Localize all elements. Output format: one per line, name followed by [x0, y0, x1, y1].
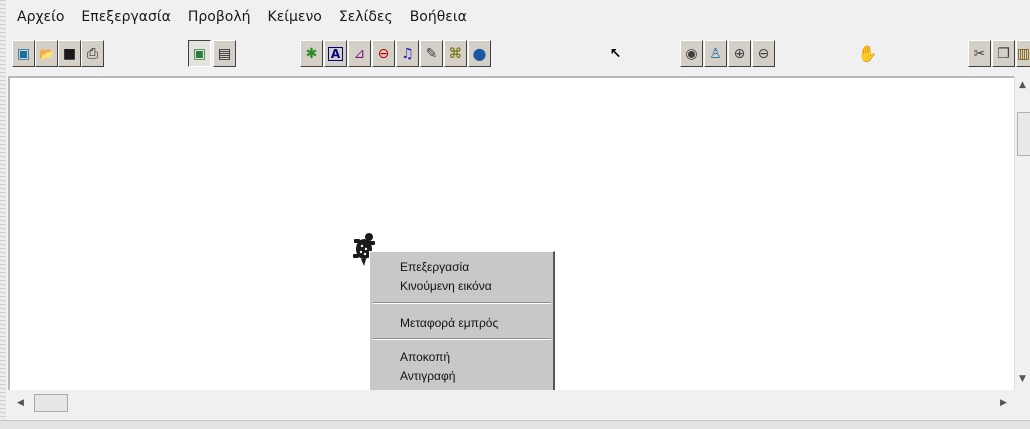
zoom-in-icon: ⊕: [733, 45, 746, 62]
page-edge-decoration: [0, 0, 6, 428]
paint-brush-button[interactable]: ⊿: [348, 40, 371, 67]
new-page-icon: ▣: [16, 45, 31, 62]
pointer-button[interactable]: ↖: [604, 40, 627, 67]
vertical-scrollbar[interactable]: ▲ ▼: [1014, 76, 1030, 390]
button-widget-button[interactable]: ⊖: [372, 40, 395, 67]
text-box-icon: A: [327, 46, 344, 61]
stop-hand-icon: ✋: [857, 43, 878, 63]
menu-pages[interactable]: Σελίδες: [330, 0, 401, 34]
scroll-up-arrow-icon[interactable]: ▲: [1019, 80, 1026, 90]
video-button[interactable]: ⌘: [444, 40, 467, 67]
notebook-icon: ▤: [217, 45, 232, 62]
cut-scissors-icon: ✂: [973, 45, 986, 62]
scroll-right-arrow-icon[interactable]: ▶: [1000, 398, 1007, 408]
music-button[interactable]: ♫: [396, 40, 419, 67]
paste-icon: ▥: [1016, 45, 1030, 62]
open-folder-icon: 📂: [39, 46, 54, 61]
eye-icon: ◉: [685, 45, 698, 62]
horizontal-scrollbar[interactable]: ◀ ▶: [8, 390, 1014, 418]
scroll-left-arrow-icon[interactable]: ◀: [17, 398, 24, 408]
cut-button[interactable]: ✂: [968, 40, 991, 67]
context-menu-edit[interactable]: Επεξεργασία: [400, 258, 469, 276]
context-menu-copy[interactable]: Αντιγραφή: [400, 367, 455, 385]
toolbar: ▣ 📂 ■ ⎙ ▣ ▤ ✱ A ⊿ ⊖ ♫ ✎ ⌘ ● ↖ ◉ ♙ ⊕ ⊖ ✋ …: [8, 38, 1030, 74]
context-menu-bring-forward[interactable]: Μεταφορά εμπρός: [400, 314, 498, 332]
video-camera-icon: ⌘: [448, 45, 463, 62]
turtle-icon: ✱: [305, 45, 318, 62]
menu-view[interactable]: Προβολή: [179, 0, 259, 34]
stamp-icon: ♙: [709, 45, 722, 62]
open-button[interactable]: 📂: [35, 40, 58, 67]
microphone-icon: ✎: [425, 45, 438, 62]
notebook-button[interactable]: ▤: [213, 40, 236, 67]
vertical-scroll-thumb[interactable]: [1017, 112, 1030, 156]
save-button[interactable]: ■: [58, 40, 81, 67]
context-menu-cut[interactable]: Αποκοπή: [400, 348, 450, 366]
zoom-in-button[interactable]: ⊕: [728, 40, 751, 67]
paint-brush-icon: ⊿: [353, 45, 366, 62]
zoom-out-icon: ⊖: [757, 45, 770, 62]
horizontal-scroll-thumb[interactable]: [34, 394, 68, 412]
menu-edit[interactable]: Επεξεργασία: [72, 0, 178, 34]
copy-button[interactable]: ❐: [992, 40, 1015, 67]
page-view-icon: ▣: [192, 45, 207, 62]
globe-icon: ●: [472, 43, 487, 63]
music-note-icon: ♫: [401, 45, 414, 62]
turtle-button[interactable]: ✱: [300, 40, 323, 67]
button-widget-icon: ⊖: [377, 45, 390, 62]
page-view-button[interactable]: ▣: [188, 40, 211, 67]
copy-icon: ❐: [997, 45, 1010, 62]
context-menu-animation[interactable]: Κινούμενη εικόνα: [400, 277, 492, 295]
globe-button[interactable]: ●: [468, 40, 491, 67]
text-box-button[interactable]: A: [324, 40, 347, 67]
print-icon: ⎙: [86, 45, 99, 62]
stamp-button[interactable]: ♙: [704, 40, 727, 67]
zoom-out-button[interactable]: ⊖: [752, 40, 775, 67]
menu-text[interactable]: Κείμενο: [259, 0, 330, 34]
context-menu-separator: [373, 302, 551, 304]
eye-button[interactable]: ◉: [680, 40, 703, 67]
save-disk-icon: ■: [62, 45, 77, 62]
menu-bar: Αρχείο Επεξεργασία Προβολή Κείμενο Σελίδ…: [8, 0, 1030, 34]
microphone-button[interactable]: ✎: [420, 40, 443, 67]
context-menu: Επεξεργασία Κινούμενη εικόνα Μεταφορά εμ…: [369, 251, 555, 395]
print-button[interactable]: ⎙: [81, 40, 104, 67]
paste-button[interactable]: ▥: [1016, 40, 1030, 67]
new-page-button[interactable]: ▣: [12, 40, 35, 67]
context-menu-separator: [373, 338, 551, 340]
pointer-arrow-icon: ↖: [609, 45, 622, 62]
menu-file[interactable]: Αρχείο: [8, 0, 72, 34]
stop-button[interactable]: ✋: [856, 40, 879, 67]
menu-help[interactable]: Βοήθεια: [401, 0, 475, 34]
scroll-down-arrow-icon[interactable]: ▼: [1019, 374, 1026, 384]
